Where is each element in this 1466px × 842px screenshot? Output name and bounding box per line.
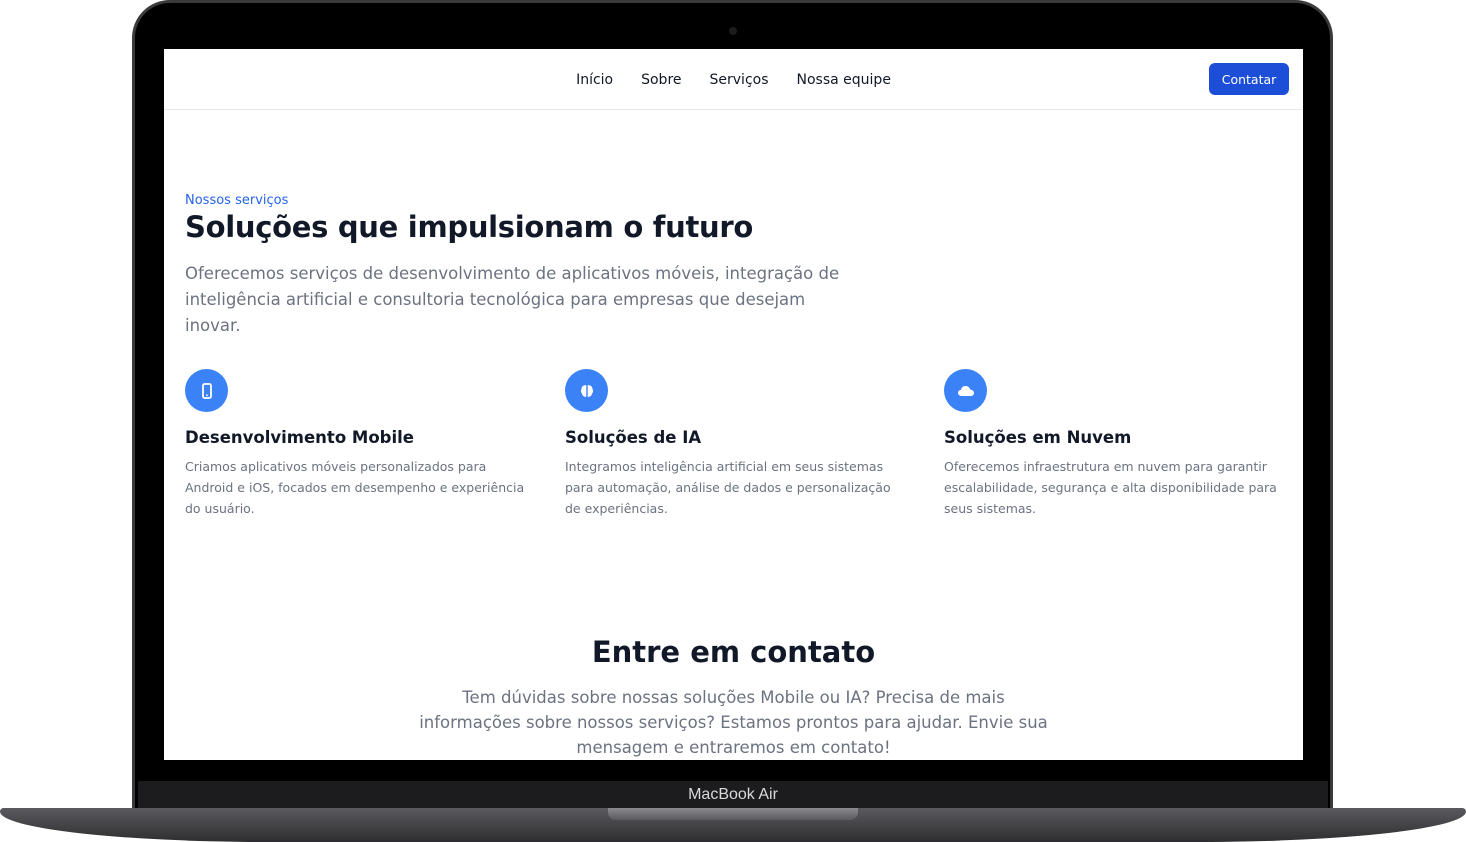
laptop-notch xyxy=(608,808,858,820)
service-description: Criamos aplicativos móveis personalizado… xyxy=(185,459,525,516)
nav-link-sobre[interactable]: Sobre xyxy=(641,72,681,88)
service-title: Soluções de IA xyxy=(565,428,702,447)
nav-links: Início Sobre Serviços Nossa equipe xyxy=(164,49,1303,110)
service-description: Oferecemos infraestrutura em nuvem para … xyxy=(944,459,1277,516)
page-title: Soluções que impulsionam o futuro xyxy=(185,210,753,244)
navbar: Início Sobre Serviços Nossa equipe Conta… xyxy=(164,49,1303,110)
service-title: Soluções em Nuvem xyxy=(944,428,1132,447)
camera-icon xyxy=(729,27,737,35)
hero-description: Oferecemos serviços de desenvolvimento d… xyxy=(185,264,840,335)
service-card-ia: Soluções de IA Integramos inteligência a… xyxy=(565,369,910,519)
service-description: Integramos inteligência artificial em se… xyxy=(565,459,891,516)
contatar-button[interactable]: Contatar xyxy=(1209,63,1289,95)
nav-link-servicos[interactable]: Serviços xyxy=(710,72,769,88)
brain-icon xyxy=(565,369,608,412)
service-card-nuvem: Soluções em Nuvem Oferecemos infraestrut… xyxy=(944,369,1289,519)
contact-title: Entre em contato xyxy=(591,635,876,669)
device-label: MacBook Air xyxy=(688,786,778,803)
cloud-icon xyxy=(944,369,987,412)
screen: Início Sobre Serviços Nossa equipe Conta… xyxy=(164,49,1303,760)
contact-description: Tem dúvidas sobre nossas soluções Mobile… xyxy=(419,688,1048,757)
service-title: Desenvolvimento Mobile xyxy=(185,428,414,447)
section-eyebrow: Nossos serviços xyxy=(185,193,289,208)
nav-link-inicio[interactable]: Início xyxy=(576,72,613,88)
smartphone-icon xyxy=(185,369,228,412)
service-card-mobile: Desenvolvimento Mobile Criamos aplicativ… xyxy=(185,369,530,519)
nav-link-nossa-equipe[interactable]: Nossa equipe xyxy=(797,72,891,88)
